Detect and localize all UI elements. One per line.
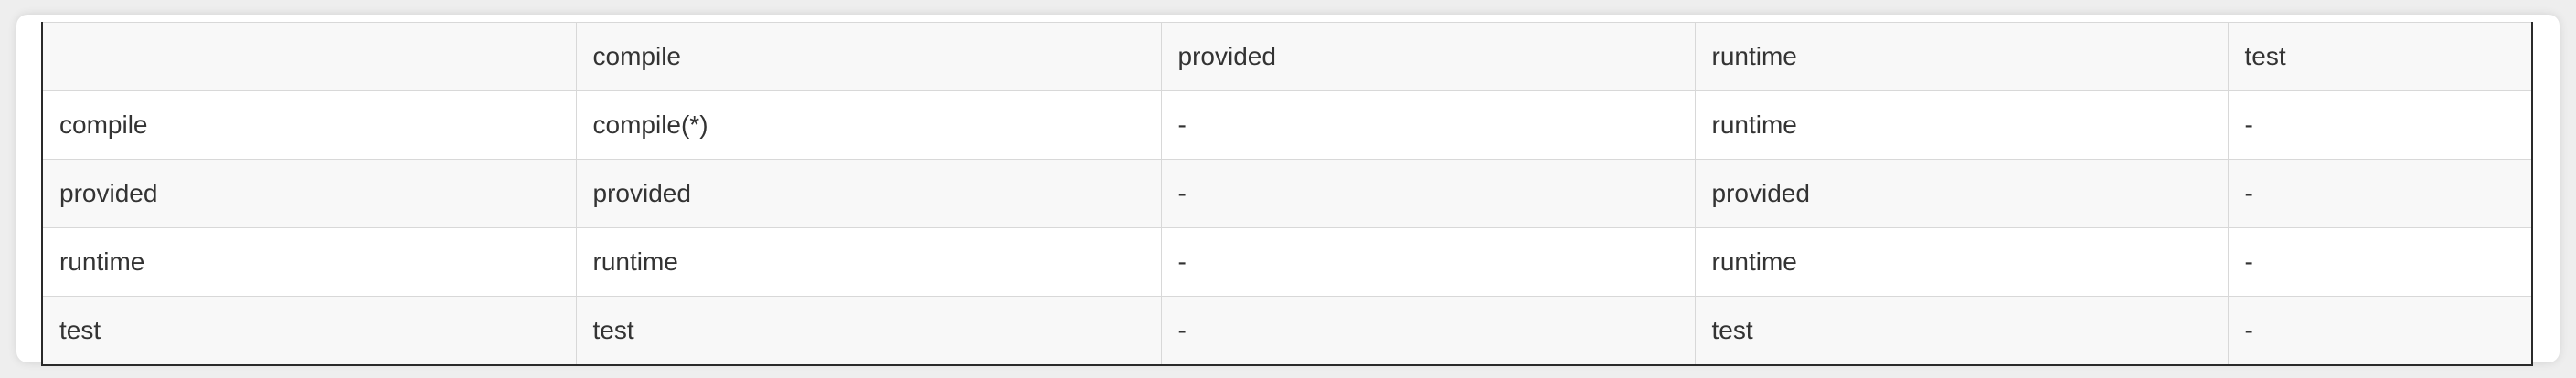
- table-row: test test - test -: [41, 296, 2533, 366]
- header-cell-provided: provided: [1160, 22, 1696, 91]
- table-cell: -: [1160, 296, 1696, 366]
- table-cell: runtime: [1694, 90, 2229, 160]
- table-cell: test: [1694, 296, 2229, 366]
- table-cell: -: [1160, 90, 1696, 160]
- dependency-scope-table: compile provided runtime test compile co…: [41, 22, 2533, 366]
- table-cell: -: [2227, 90, 2533, 160]
- header-cell-corner: [41, 22, 577, 91]
- table-cell: runtime: [1694, 227, 2229, 297]
- table-cell: provided: [1694, 159, 2229, 228]
- table-card: compile provided runtime test compile co…: [16, 15, 2560, 366]
- table-cell: test: [575, 296, 1162, 366]
- row-label-cell: compile: [41, 90, 577, 160]
- table-row: compile compile(*) - runtime -: [41, 90, 2533, 160]
- table-header-row: compile provided runtime test: [41, 22, 2533, 91]
- header-cell-compile: compile: [575, 22, 1162, 91]
- table-row: provided provided - provided -: [41, 159, 2533, 228]
- row-label-cell: test: [41, 296, 577, 366]
- table-cell: runtime: [575, 227, 1162, 297]
- row-label-cell: runtime: [41, 227, 577, 297]
- header-cell-runtime: runtime: [1694, 22, 2229, 91]
- table-cell: compile(*): [575, 90, 1162, 160]
- table-cell: provided: [575, 159, 1162, 228]
- table-cell: -: [2227, 296, 2533, 366]
- page: compile provided runtime test compile co…: [0, 0, 2576, 378]
- header-cell-test: test: [2227, 22, 2533, 91]
- row-label-cell: provided: [41, 159, 577, 228]
- table-row: runtime runtime - runtime -: [41, 227, 2533, 297]
- table-cell: -: [1160, 227, 1696, 297]
- table-cell: -: [2227, 159, 2533, 228]
- table-cell: -: [1160, 159, 1696, 228]
- table-cell: -: [2227, 227, 2533, 297]
